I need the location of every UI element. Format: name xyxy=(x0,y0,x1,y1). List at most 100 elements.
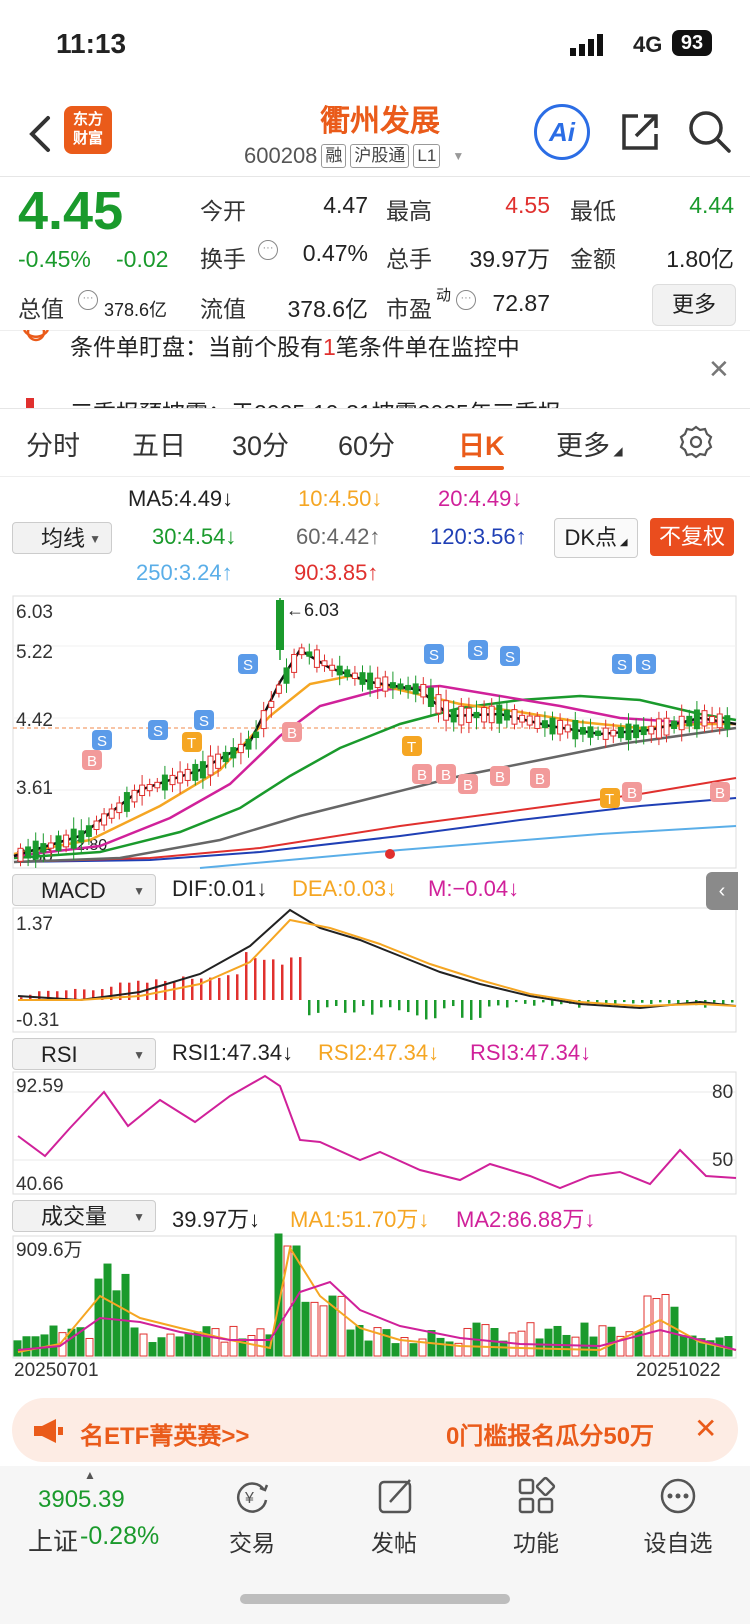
volume-bar xyxy=(112,1290,121,1357)
volume-bar xyxy=(382,1329,391,1357)
change-percent: -0.45% xyxy=(18,246,91,272)
macd-bar xyxy=(506,1000,509,1008)
nav-add-watchlist[interactable]: 设自选 xyxy=(628,1524,728,1558)
value-high: 4.55 xyxy=(505,192,550,218)
value-amount: 1.80亿 xyxy=(666,246,734,272)
volume-y-top: 909.6万 xyxy=(16,1240,83,1261)
nav-functions[interactable]: 功能 xyxy=(486,1524,586,1558)
macd-bar xyxy=(668,1000,671,1004)
volume-bar xyxy=(31,1336,40,1357)
macd-bar xyxy=(533,1000,536,1006)
divider xyxy=(0,408,750,409)
dk-point-button[interactable]: DK点 ◢ xyxy=(554,518,638,558)
volume-bar xyxy=(544,1328,553,1357)
tab-daily-k[interactable]: 日K xyxy=(458,424,505,463)
candle xyxy=(420,677,427,705)
more-quote-button[interactable]: 更多 xyxy=(652,284,736,326)
search-icon[interactable] xyxy=(686,108,732,154)
volume-bar xyxy=(598,1325,607,1357)
tab-more[interactable]: 更多 ◢ xyxy=(556,424,623,463)
no-adjust-button[interactable]: 不复权 xyxy=(650,518,734,556)
stock-name: 衢州发展 xyxy=(320,105,440,138)
notice-prefix: 条件单盯盘：当前个股有 xyxy=(70,334,323,358)
tab-60min[interactable]: 60分 xyxy=(338,424,395,463)
ai-button[interactable]: Ai xyxy=(534,104,590,160)
candle xyxy=(237,732,244,765)
macd-bar xyxy=(281,964,284,1000)
label-float-value: 流值 xyxy=(200,296,246,322)
share-icon[interactable] xyxy=(618,110,662,154)
volume-bar xyxy=(166,1333,175,1357)
rsi-line xyxy=(17,1074,737,1190)
index-name[interactable]: 上证 xyxy=(28,1522,78,1558)
close-icon[interactable]: ✕ xyxy=(694,1412,717,1445)
value-total-value: 378.6亿 xyxy=(104,300,168,320)
rsi-selector[interactable]: RSI ▼ xyxy=(12,1038,156,1070)
more-dots-icon[interactable] xyxy=(658,1476,698,1516)
macd-y-bottom: -0.31 xyxy=(16,1010,59,1031)
sell-marker-label: S xyxy=(429,647,439,664)
trade-icon[interactable]: ¥ xyxy=(232,1476,272,1516)
rsi3-value: RSI3:47.34↓ xyxy=(470,1040,592,1065)
buy-marker-label: B xyxy=(287,725,297,742)
status-time: 11:13 xyxy=(56,28,127,59)
gear-icon[interactable] xyxy=(678,424,714,460)
rsi-y-top: 92.59 xyxy=(16,1076,64,1097)
info-icon[interactable]: ··· xyxy=(456,290,476,310)
buy-marker-label: B xyxy=(715,785,725,802)
banner-text-right[interactable]: 0门槛报名瓜分50万 xyxy=(446,1416,678,1451)
banner-text-left[interactable]: 名ETF菁英赛>> xyxy=(80,1416,249,1451)
chart-area[interactable]: 6.03 5.22 4.42 3.61 2.80 ←6.03 2.80 S B … xyxy=(0,590,750,1360)
candle xyxy=(595,726,602,741)
close-icon[interactable]: ✕ xyxy=(708,354,730,385)
tab-30min[interactable]: 30分 xyxy=(232,424,289,463)
macd-bar xyxy=(146,982,149,1000)
date-end: 20251022 xyxy=(636,1360,721,1381)
candle xyxy=(161,765,168,800)
info-icon[interactable]: ··· xyxy=(78,290,98,310)
info-icon[interactable]: ··· xyxy=(258,240,278,260)
nav-trade[interactable]: 交易 xyxy=(202,1524,302,1558)
macd-selector[interactable]: MACD ▼ xyxy=(12,874,156,906)
rsi-ref-high: 80 xyxy=(712,1082,733,1103)
logo-text-2: 财富 xyxy=(72,130,103,147)
macd-bar xyxy=(362,1000,365,1007)
pe-superscript: 动 xyxy=(436,287,452,304)
ma10-legend: 10:4.50↓ xyxy=(298,486,383,511)
collapse-panel-icon[interactable]: ‹ xyxy=(706,872,738,910)
indicator-selector[interactable]: 均线 ▼ xyxy=(12,522,112,554)
post-icon[interactable] xyxy=(376,1476,416,1516)
macd-bar xyxy=(731,1000,734,1003)
apps-icon[interactable] xyxy=(516,1476,556,1516)
macd-bar xyxy=(227,975,230,1000)
tab-five-day[interactable]: 五日 xyxy=(132,424,186,463)
volume-bar xyxy=(22,1336,31,1357)
candle xyxy=(169,767,176,793)
tab-intraday[interactable]: 分时 xyxy=(26,424,80,463)
candle xyxy=(283,658,290,693)
divider xyxy=(0,176,750,177)
stock-code: 600208 xyxy=(244,143,318,168)
volume-bar xyxy=(103,1263,112,1357)
macd-bar xyxy=(371,1000,374,1015)
back-arrow-icon[interactable] xyxy=(22,110,62,158)
candle xyxy=(321,654,328,672)
macd-m: M:−0.04↓ xyxy=(428,876,520,901)
notice-text[interactable]: 条件单盯盘：当前个股有1笔条件单在监控中 xyxy=(70,328,520,358)
macd-bar xyxy=(191,978,194,1000)
volume-bar xyxy=(391,1343,400,1357)
buy-marker-label: B xyxy=(441,767,451,784)
index-change[interactable]: -0.28% xyxy=(80,1522,159,1551)
stock-code-line[interactable]: 600208 融 沪股通 L1 ▼ xyxy=(244,140,464,172)
volume-bar xyxy=(670,1306,679,1357)
nav-post[interactable]: 发帖 xyxy=(344,1524,444,1558)
volume-selector[interactable]: 成交量 ▼ xyxy=(12,1200,156,1232)
t-marker-label: T xyxy=(187,735,196,752)
candle xyxy=(108,803,115,824)
candle xyxy=(306,643,313,665)
macd-y-top: 1.37 xyxy=(16,914,53,935)
volume-bar xyxy=(49,1325,58,1357)
volume-bar xyxy=(121,1273,130,1357)
candle xyxy=(671,716,678,734)
index-value[interactable]: 3905.39 xyxy=(38,1486,125,1514)
